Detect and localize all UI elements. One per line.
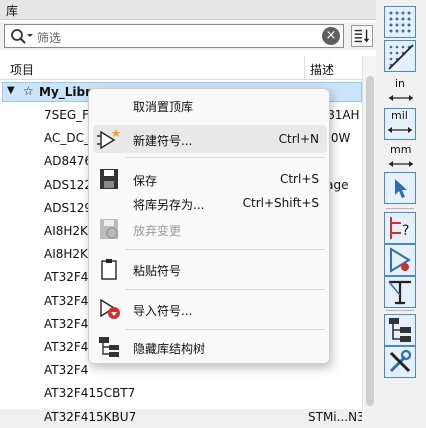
search-icon[interactable] xyxy=(9,27,33,45)
menu-item-hide-tree[interactable]: 隐藏库结构树 xyxy=(93,333,327,361)
menu-shortcut: Ctrl+S xyxy=(279,172,319,186)
menu-item-import[interactable]: 导入符号... xyxy=(93,295,327,323)
tree-header: 项目 描述 xyxy=(0,56,362,80)
menu-item-paste[interactable]: 粘贴符号 xyxy=(93,255,327,283)
grid-dots-icon xyxy=(389,11,411,33)
menu-separator xyxy=(125,289,325,290)
tree-icon xyxy=(99,337,119,357)
menu-item-save-as[interactable]: 将库另存为... Ctrl+Shift+S xyxy=(93,189,327,217)
menu-separator xyxy=(125,329,325,330)
wrench-icon xyxy=(389,349,412,373)
symbol-name: AT32F415CBT7 xyxy=(44,386,136,401)
sort-icon xyxy=(354,29,370,43)
filter-placeholder: 筛选 xyxy=(37,31,62,45)
menu-separator xyxy=(125,249,325,250)
pin-check-icon: ? xyxy=(390,217,409,239)
context-menu: 取消置顶库 新建符号... Ctrl+N 保存 Ctrl+S 将库另存为... … xyxy=(88,88,330,364)
symbol-name: AI8H2K xyxy=(44,247,88,262)
grid-dots-button[interactable] xyxy=(384,6,416,38)
ruler-arrow-icon xyxy=(389,161,413,167)
units-mm-label: mm xyxy=(390,143,412,156)
menu-label: 保存 xyxy=(133,174,158,188)
toolbar-separator xyxy=(386,208,414,209)
hierarchy-button[interactable] xyxy=(384,314,416,346)
menu-item-new-symbol[interactable]: 新建符号... Ctrl+N xyxy=(93,125,327,153)
symbol-name: AD8476 xyxy=(44,154,92,169)
symbol-name: ADS122 xyxy=(44,177,92,192)
grid-overrides-button[interactable] xyxy=(384,40,416,72)
ruler-arrow-icon xyxy=(388,127,412,133)
pin-check-button[interactable]: ? xyxy=(384,212,416,244)
panel-title: 库 xyxy=(0,0,376,20)
filter-row: 筛选 × xyxy=(0,22,376,50)
units-mm-button[interactable]: mm xyxy=(384,142,416,174)
symbol-name: AT32F415KBU7 xyxy=(44,409,137,424)
revert-icon xyxy=(100,219,118,239)
symbol-description: STMi...N32 xyxy=(308,409,362,424)
menu-label: 放弃变更 xyxy=(133,224,182,238)
menu-label: 将库另存为... xyxy=(133,198,205,212)
symbol-name: 7SEG_F xyxy=(44,108,90,122)
menu-label: 隐藏库结构树 xyxy=(133,342,206,356)
menu-item-revert: 放弃变更 xyxy=(93,215,327,243)
symbol-name: AT32F4 xyxy=(44,363,89,378)
sort-button[interactable] xyxy=(351,25,373,47)
new-symbol-icon xyxy=(97,129,120,150)
symbol-name: AT32F4 xyxy=(44,316,89,331)
units-in-label: in xyxy=(395,77,406,90)
save-icon xyxy=(100,169,118,189)
library-name: My_Libr xyxy=(39,85,92,99)
import-symbol-icon xyxy=(100,298,120,319)
menu-shortcut: Ctrl+Shift+S xyxy=(242,196,319,210)
properties-button[interactable] xyxy=(384,346,416,378)
expand-arrow-icon[interactable]: ▼ xyxy=(7,85,15,96)
clear-filter-icon[interactable]: × xyxy=(322,27,340,45)
menu-label: 导入符号... xyxy=(133,304,193,318)
cursor-icon xyxy=(395,179,407,198)
ruler-arrow-icon xyxy=(389,95,413,101)
column-item[interactable]: 项目 xyxy=(10,61,34,78)
units-mil-button[interactable]: mil xyxy=(384,108,416,140)
menu-label: 新建符号... xyxy=(133,134,193,148)
menu-item-unpin[interactable]: 取消置顶库 xyxy=(93,91,327,119)
column-divider[interactable] xyxy=(304,56,305,80)
right-toolbar: in mil mm ? xyxy=(382,4,420,406)
symbol-row[interactable]: AT32F415CBT7 xyxy=(0,382,362,404)
symbol-checker-icon xyxy=(390,247,411,273)
symbol-checker-button[interactable] xyxy=(384,244,416,276)
menu-label: 取消置顶库 xyxy=(133,100,194,114)
scrollbar-thumb[interactable] xyxy=(366,76,374,406)
hierarchy-icon xyxy=(389,318,411,342)
vertical-scrollbar[interactable] xyxy=(362,56,376,409)
toolbar-separator xyxy=(386,310,414,311)
symbol-name: ADS129 xyxy=(44,200,92,215)
svg-text:?: ? xyxy=(402,223,409,239)
filter-input[interactable]: 筛选 × xyxy=(4,24,344,48)
pin-table-icon xyxy=(388,280,411,305)
menu-separator xyxy=(125,157,325,158)
menu-label: 粘贴符号 xyxy=(133,264,182,278)
units-mil-label: mil xyxy=(391,109,408,122)
grid-overrides-icon xyxy=(388,44,414,70)
menu-shortcut: Ctrl+N xyxy=(278,132,319,146)
star-icon[interactable]: ☆ xyxy=(23,84,34,98)
symbol-name: AT32F4 xyxy=(44,293,89,308)
column-desc[interactable]: 描述 xyxy=(310,61,334,78)
units-in-button[interactable]: in xyxy=(384,76,416,108)
cursor-button[interactable] xyxy=(384,172,416,204)
symbol-name: AT32F4 xyxy=(44,270,89,285)
symbol-name: AT32F4 xyxy=(44,340,89,354)
symbol-name: AC_DC_ xyxy=(44,131,90,146)
paste-icon xyxy=(101,259,117,280)
symbol-name: AI8H2K xyxy=(44,224,88,238)
pin-table-button[interactable] xyxy=(384,276,416,308)
